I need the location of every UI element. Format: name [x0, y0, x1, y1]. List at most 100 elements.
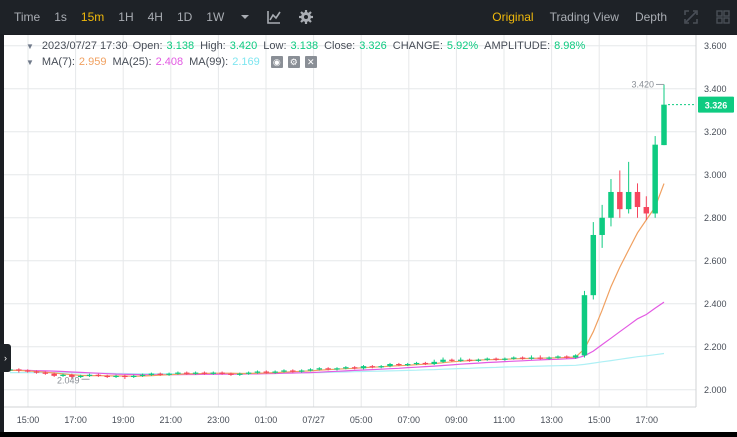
amplitude-label: AMPLITUDE:	[484, 40, 551, 52]
last-price-label: 3.326	[705, 101, 728, 111]
interval-more-dropdown-icon[interactable]	[240, 12, 250, 22]
low-label: Low:	[263, 40, 287, 52]
price-chart-area[interactable]: 3.600 3.400 3.200 3.000 2.800 2.600 2.400 2.200…	[4, 35, 737, 432]
ma25-line	[10, 301, 665, 376]
y-tick-label: 3.600	[704, 41, 727, 51]
side-panel-toggle-icon[interactable]: ›	[0, 344, 11, 372]
candle-body	[201, 372, 208, 374]
y-tick-label: 2.800	[704, 213, 727, 223]
x-tick-label: 13:00	[540, 415, 563, 425]
settings-gear-icon[interactable]	[298, 9, 314, 25]
candle-body	[608, 191, 614, 218]
ma-visibility-eye-icon[interactable]: ◉	[270, 56, 283, 68]
candle-body	[378, 366, 384, 368]
candle-body	[422, 362, 429, 365]
candle-body	[184, 372, 190, 374]
x-tick-label: 17:00	[64, 415, 87, 425]
candle-body	[316, 368, 323, 370]
candlestick-chart[interactable]: 3.600 3.400 3.200 3.000 2.800 2.600 2.400 2.200…	[4, 35, 737, 432]
candle-body	[122, 375, 128, 378]
view-original[interactable]: Original	[492, 10, 533, 24]
candle-body	[413, 362, 420, 365]
y-tick-label: 2.200	[704, 342, 727, 352]
candle-body	[139, 374, 146, 376]
legend-datetime: 2023/07/27 17:30	[41, 40, 128, 52]
candle-body	[210, 372, 217, 374]
ma7-line	[10, 183, 665, 377]
ma-close-icon[interactable]: ✕	[304, 56, 317, 68]
candle-body	[652, 144, 658, 214]
candle-body	[404, 363, 411, 366]
ohlc-legend: ▼ 2023/07/27 17:30 Open: 3.138 High: 3.420…	[26, 40, 591, 52]
candle-body	[661, 104, 667, 146]
candle-body	[466, 359, 473, 361]
candle-body	[42, 372, 49, 374]
x-tick-label: 01:00	[255, 415, 278, 425]
interval-1h[interactable]: 1H	[118, 10, 133, 24]
chart-toolbar: Time 1s 15m 1H 4H 1D 1W Original Trading…	[0, 0, 737, 34]
close-label: Close:	[324, 40, 356, 52]
interval-1w[interactable]: 1W	[206, 10, 224, 24]
interval-15m[interactable]: 15m	[81, 10, 104, 24]
interval-4h[interactable]: 4H	[148, 10, 163, 24]
candle-body	[546, 357, 552, 359]
candle-body	[263, 371, 270, 373]
candle-body	[104, 375, 110, 378]
candle-body	[431, 361, 437, 364]
candle-body	[528, 357, 535, 359]
candle-body	[457, 359, 464, 361]
candle-body	[16, 369, 22, 371]
open-label: Open:	[132, 40, 163, 52]
view-depth[interactable]: Depth	[635, 10, 667, 24]
interval-1d[interactable]: 1D	[177, 10, 192, 24]
candle-body	[281, 370, 287, 372]
candle-body	[219, 372, 225, 374]
ma-legend-collapse-icon[interactable]: ▼	[26, 58, 34, 67]
x-tick-label: 09:00	[445, 415, 468, 425]
x-tick-label: 07/27	[302, 415, 325, 425]
candle-body	[157, 373, 163, 375]
candle-body	[237, 373, 243, 375]
fullscreen-icon[interactable]	[683, 9, 699, 25]
candle-body	[307, 369, 314, 371]
ma7-value: 2.959	[78, 56, 107, 68]
candle-body	[166, 373, 172, 375]
candle-body	[643, 207, 650, 214]
candle-body	[24, 370, 31, 372]
candle-body	[396, 363, 402, 366]
view-switcher: Original Trading View Depth	[476, 0, 731, 34]
y-tick-label: 2.000	[704, 385, 727, 395]
ma-settings-gear-icon[interactable]: ⚙	[287, 56, 300, 68]
candle-body	[192, 372, 199, 374]
ma25-value: 2.408	[155, 56, 184, 68]
y-tick-label: 3.200	[704, 127, 727, 137]
ma99-value: 2.169	[232, 56, 260, 68]
y-tick-label: 2.400	[704, 299, 727, 309]
candle-body	[493, 358, 499, 360]
interval-time[interactable]: Time	[14, 10, 40, 24]
change-value: 5.92%	[446, 40, 479, 52]
candle-body	[572, 355, 579, 358]
candle-body	[228, 373, 234, 375]
indicator-chart-icon[interactable]	[266, 9, 282, 25]
close-value: 3.326	[359, 40, 387, 52]
grid-layout-icon[interactable]	[715, 9, 731, 25]
candle-body	[555, 356, 561, 358]
candle-body	[484, 358, 490, 360]
candle-body	[148, 373, 155, 375]
ma25-label: MA(25):	[112, 56, 152, 68]
x-tick-label: 19:00	[112, 415, 135, 425]
view-trading-view[interactable]: Trading View	[550, 10, 619, 24]
candle-body	[387, 363, 393, 367]
x-tick-label: 15:00	[17, 415, 40, 425]
amplitude-value: 8.98%	[554, 40, 586, 52]
candle-body	[369, 366, 376, 368]
interval-1s[interactable]: 1s	[54, 10, 67, 24]
kline-widget: Time 1s 15m 1H 4H 1D 1W Original Trading…	[0, 0, 737, 432]
candle-body	[351, 367, 358, 369]
x-tick-label: 15:00	[588, 415, 611, 425]
candle-body	[360, 366, 367, 369]
candle-body	[272, 371, 278, 373]
candle-body	[298, 370, 305, 372]
legend-collapse-icon[interactable]: ▼	[26, 42, 34, 51]
